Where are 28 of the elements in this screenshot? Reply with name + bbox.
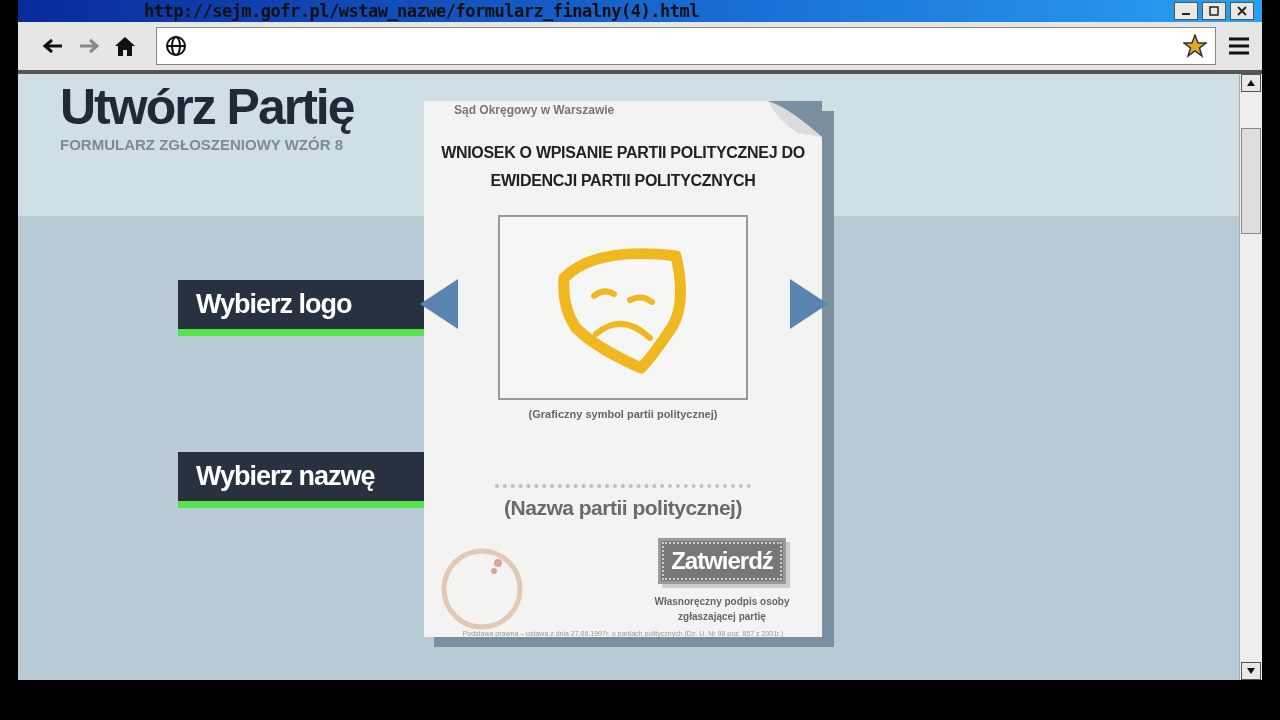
form-title: EWIDENCJI PARTII POLITYCZNYCH bbox=[489, 171, 757, 191]
previous-arrow[interactable] bbox=[420, 279, 460, 329]
signature-caption: Własnoręczny podpis osoby zgłaszającej partię bbox=[653, 595, 791, 624]
up-arrow-icon bbox=[1246, 79, 1256, 87]
close-icon bbox=[1237, 6, 1247, 16]
globe-icon bbox=[165, 35, 187, 57]
menu-item[interactable]: Wybierz logo bbox=[178, 280, 424, 336]
court-name: Sąd Okręgowy w Warszawie bbox=[454, 103, 615, 117]
close-button[interactable] bbox=[1230, 2, 1254, 20]
minimize-button[interactable] bbox=[1174, 2, 1198, 20]
maximize-button[interactable] bbox=[1202, 2, 1226, 20]
scroll-up-button[interactable] bbox=[1241, 74, 1261, 92]
star-icon[interactable] bbox=[1183, 34, 1207, 58]
window-title: http://sejm.gofr.pl/wstaw_nazwe/formularz_finalny(4).html bbox=[144, 1, 699, 21]
maximize-icon bbox=[1209, 6, 1219, 16]
scroll-thumb[interactable] bbox=[1241, 128, 1261, 234]
logo-caption: (Graficzny symbol partii politycznej) bbox=[528, 408, 718, 420]
page-subtitle: FORMULARZ ZGŁOSZENIOWY WZÓR 8 bbox=[60, 136, 344, 153]
party-name-field[interactable]: (Nazwa partii politycznej) bbox=[495, 484, 751, 520]
scrollbar[interactable] bbox=[1239, 74, 1262, 680]
form-title: WNIOSEK O WPISANIE PARTII POLITYCZNEJ DO bbox=[441, 143, 805, 163]
next-arrow[interactable] bbox=[788, 279, 828, 329]
minimize-icon bbox=[1182, 13, 1190, 15]
down-arrow-icon bbox=[1246, 667, 1256, 675]
menu-item[interactable]: Wybierz nazwę bbox=[178, 452, 424, 508]
address-field[interactable] bbox=[156, 27, 1216, 65]
scroll-down-button[interactable] bbox=[1241, 662, 1261, 680]
page-title: Utwórz Partię bbox=[60, 78, 354, 136]
